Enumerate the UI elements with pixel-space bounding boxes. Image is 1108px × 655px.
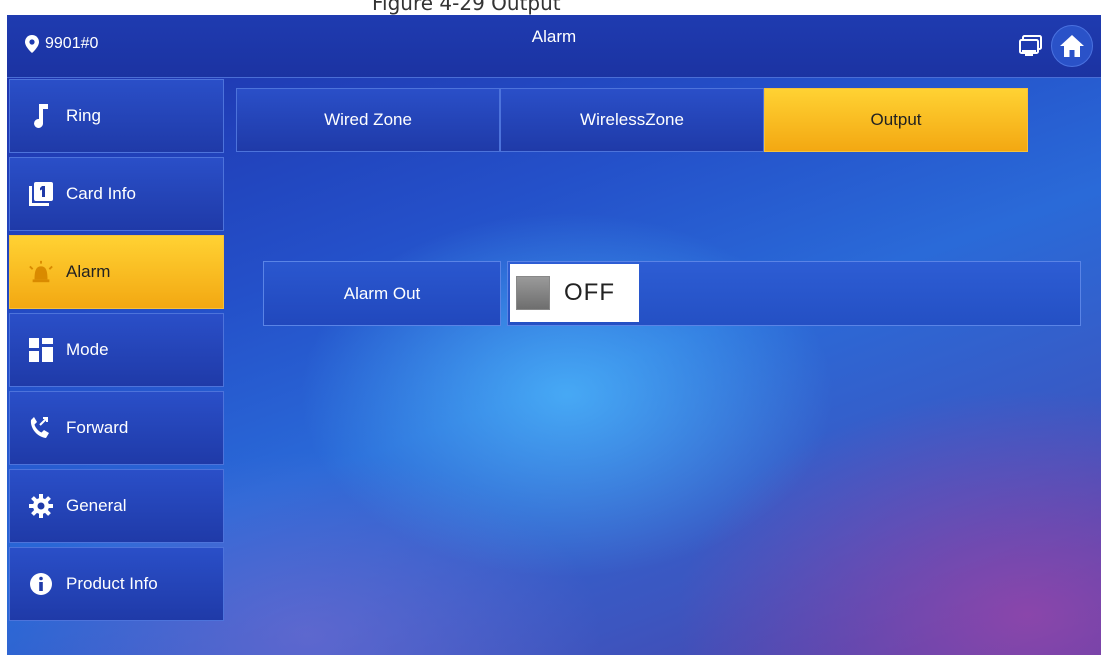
sidebar-item-label: Mode [66, 340, 109, 359]
sidebar-item-label: Card Info [66, 184, 136, 203]
sidebar-item-label: Forward [66, 418, 129, 437]
tab-bar: Wired Zone WirelessZone Output [236, 88, 1028, 152]
home-icon [1060, 35, 1084, 57]
sidebar-item-general[interactable]: General [9, 469, 224, 543]
toggle-state-text: OFF [564, 279, 615, 306]
sidebar-item-label: Ring [66, 106, 101, 125]
sidebar-item-mode[interactable]: Mode [9, 313, 224, 387]
gear-icon [28, 493, 54, 519]
sidebar: Ring Card Info Alarm Mode Forward Genera… [9, 79, 224, 625]
music-note-icon [28, 103, 54, 129]
info-icon [28, 571, 54, 597]
alarm-out-row: Alarm Out OFF [263, 261, 1081, 326]
sidebar-item-product-info[interactable]: Product Info [9, 547, 224, 621]
mode-grid-icon [28, 337, 54, 363]
card-icon [28, 181, 54, 207]
call-forward-icon [28, 415, 54, 441]
sidebar-item-card-info[interactable]: Card Info [9, 157, 224, 231]
home-button[interactable] [1051, 25, 1093, 67]
tab-output[interactable]: Output [764, 88, 1028, 152]
alarm-out-label: Alarm Out [263, 261, 501, 326]
monitor-icon[interactable] [1019, 35, 1043, 57]
tab-wireless-zone[interactable]: WirelessZone [500, 88, 764, 152]
sidebar-item-alarm[interactable]: Alarm [9, 235, 224, 309]
page-title: Alarm [531, 27, 577, 46]
sidebar-item-label: General [66, 496, 127, 515]
device-screen: 9901#0 Alarm Ring Card Info Alarm Mode F… [7, 15, 1101, 655]
top-bar: 9901#0 Alarm [7, 15, 1101, 78]
sidebar-item-forward[interactable]: Forward [9, 391, 224, 465]
alarm-bell-icon [28, 259, 54, 285]
sidebar-item-label: Alarm [66, 262, 111, 281]
toggle-knob [516, 276, 550, 310]
alarm-out-field: OFF [507, 261, 1081, 326]
sidebar-item-ring[interactable]: Ring [9, 79, 224, 153]
figure-caption: Figure 4-29 Output [372, 0, 561, 15]
alarm-out-toggle[interactable]: OFF [510, 264, 639, 322]
tab-wired-zone[interactable]: Wired Zone [236, 88, 500, 152]
sidebar-item-label: Product Info [66, 574, 158, 593]
top-icons [1019, 25, 1093, 67]
